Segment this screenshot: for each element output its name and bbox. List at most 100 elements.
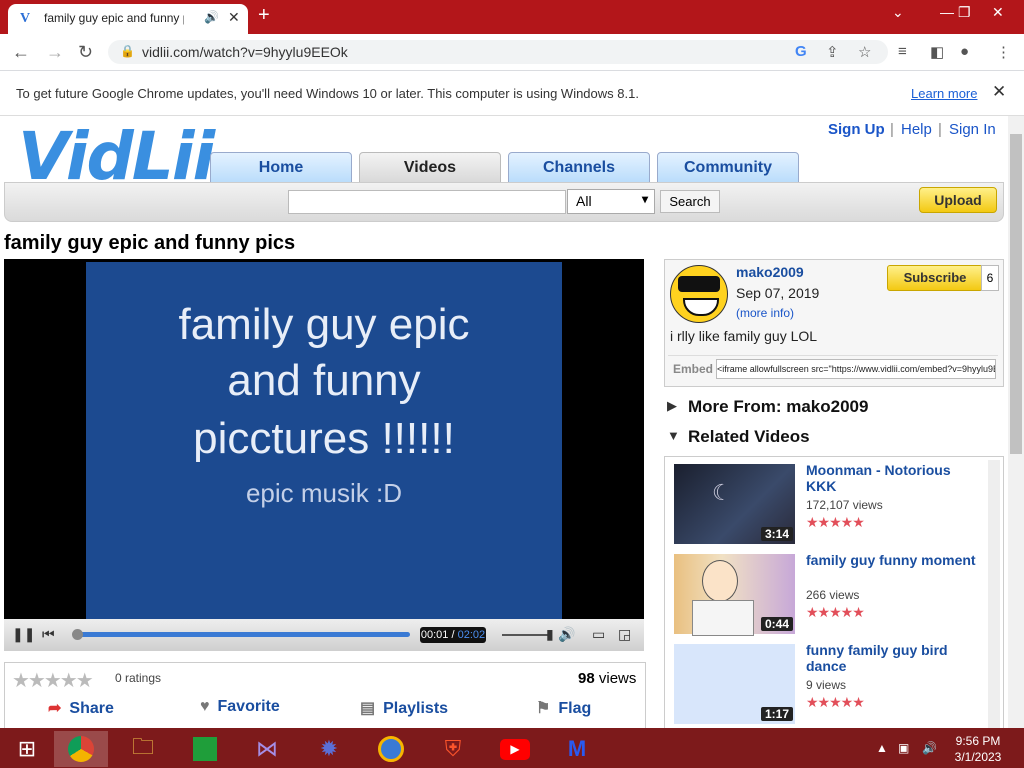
- related-scrollbar[interactable]: [988, 460, 1000, 730]
- expand-triangle-icon[interactable]: ▶: [667, 398, 677, 414]
- visual-studio-icon[interactable]: ⋈: [240, 731, 294, 767]
- subscribe-button[interactable]: Subscribe: [887, 265, 983, 291]
- flag-label: Flag: [558, 700, 592, 717]
- lock-icon[interactable]: 🔒: [120, 44, 135, 58]
- volume-handle[interactable]: ▮: [546, 626, 554, 643]
- minimize-icon[interactable]: —: [940, 4, 954, 20]
- uploader-name[interactable]: mako2009: [736, 264, 804, 280]
- youtube-icon[interactable]: ▶: [488, 731, 542, 767]
- related-title[interactable]: funny family guy bird dance: [806, 642, 976, 674]
- shirt-icon: [692, 600, 754, 636]
- virus-app-icon[interactable]: ✹: [302, 731, 356, 767]
- related-title[interactable]: Moonman - Notorious KKK: [806, 462, 976, 494]
- ratings-count: 0 ratings: [115, 671, 162, 685]
- tab-search-icon[interactable]: ⌄: [892, 4, 904, 21]
- windows-start-icon[interactable]: ⊞: [0, 731, 54, 767]
- related-thumbnail[interactable]: 1:17: [674, 644, 795, 724]
- firefox-browser-icon[interactable]: [364, 731, 418, 767]
- theater-mode-icon[interactable]: ▭: [592, 626, 605, 643]
- new-tab-button[interactable]: +: [258, 4, 270, 27]
- update-infobar: To get future Google Chrome updates, you…: [0, 71, 1024, 116]
- views-label: views: [598, 670, 637, 687]
- reload-icon[interactable]: ↻: [78, 42, 93, 63]
- time-separator: /: [448, 629, 458, 641]
- google-icon[interactable]: G: [795, 43, 807, 60]
- forward-icon[interactable]: →: [46, 42, 64, 63]
- media-control-icon[interactable]: ≡: [898, 43, 907, 60]
- close-tab-icon[interactable]: ✕: [228, 9, 240, 26]
- infobar-message: To get future Google Chrome updates, you…: [16, 86, 639, 101]
- back-icon[interactable]: ←: [12, 42, 30, 63]
- bookmark-star-icon[interactable]: ☆: [858, 43, 871, 61]
- peter-face-icon: [702, 560, 738, 602]
- seek-bar[interactable]: [78, 632, 410, 637]
- malwarebytes-icon[interactable]: M: [550, 731, 604, 767]
- video-frame[interactable]: family guy epic and funny picctures !!!!…: [86, 262, 562, 619]
- speaker-icon[interactable]: 🔊: [204, 10, 219, 24]
- video-duration: 3:14: [760, 527, 793, 541]
- sign-up-link[interactable]: Sign Up: [828, 121, 885, 138]
- restore-icon[interactable]: ❐: [958, 4, 971, 21]
- file-explorer-icon[interactable]: 🗀: [116, 731, 170, 767]
- profile-avatar-icon[interactable]: ●: [960, 43, 969, 60]
- share-page-icon[interactable]: ⇪: [826, 43, 839, 61]
- seek-handle[interactable]: [72, 629, 83, 640]
- upload-button[interactable]: Upload: [919, 187, 997, 213]
- volume-icon[interactable]: 🔊: [558, 626, 575, 643]
- taskbar-clock[interactable]: 9:56 PM 3/1/2023: [948, 733, 1008, 765]
- network-icon[interactable]: ▣: [898, 741, 909, 755]
- share-icon: ➦: [48, 700, 62, 717]
- skip-back-icon[interactable]: ⏮: [42, 626, 55, 643]
- related-videos-header[interactable]: Related Videos: [688, 427, 810, 447]
- more-from-header[interactable]: More From: mako2009: [688, 397, 868, 417]
- infobar-close-icon[interactable]: ✕: [992, 82, 1006, 102]
- moon-icon: ☾: [712, 480, 732, 505]
- more-info-link[interactable]: (more info): [736, 306, 794, 320]
- url-text[interactable]: vidlii.com/watch?v=9hyylu9EEOk: [142, 44, 348, 60]
- heart-icon: ♥: [200, 698, 210, 715]
- tray-expand-icon[interactable]: ▲: [876, 741, 888, 755]
- related-stars: ★★★★★: [806, 694, 865, 710]
- address-bar[interactable]: 🔒 vidlii.com/watch?v=9hyylu9EEOk: [108, 40, 888, 64]
- smile-icon: [683, 298, 719, 316]
- chevron-down-icon: ▾: [641, 192, 648, 206]
- related-title[interactable]: family guy funny moment: [806, 552, 976, 568]
- search-category-select[interactable]: All ▾: [567, 189, 655, 214]
- browser-tab-active[interactable]: V family guy epic and funny pics 🔊 ✕: [8, 4, 248, 34]
- flag-icon: ⚑: [536, 700, 551, 717]
- menu-kebab-icon[interactable]: ⋮: [996, 43, 1011, 61]
- search-button[interactable]: Search: [660, 190, 720, 213]
- flag-button[interactable]: ⚑ Flag: [536, 698, 591, 718]
- fullscreen-icon[interactable]: ◲: [618, 626, 631, 643]
- side-panel-icon[interactable]: ◧: [930, 43, 944, 61]
- tab-videos[interactable]: Videos: [359, 152, 501, 184]
- volume-slider[interactable]: [502, 634, 552, 636]
- tab-home[interactable]: Home: [210, 152, 352, 184]
- page-scrollbar-thumb[interactable]: [1010, 134, 1022, 454]
- favorite-button[interactable]: ♥ Favorite: [200, 698, 280, 716]
- playlists-button[interactable]: ▤ Playlists: [360, 698, 448, 718]
- brave-icon[interactable]: ⛨: [426, 731, 480, 767]
- uploader-avatar[interactable]: [670, 265, 728, 323]
- playlist-icon: ▤: [360, 700, 376, 717]
- tab-community[interactable]: Community: [657, 152, 799, 184]
- tab-channels[interactable]: Channels: [508, 152, 650, 184]
- related-thumbnail[interactable]: ☾ 3:14: [674, 464, 795, 544]
- close-window-icon[interactable]: ✕: [992, 4, 1004, 21]
- store-icon[interactable]: [178, 731, 232, 767]
- vidlii-favicon-icon: V: [20, 11, 31, 26]
- pause-icon[interactable]: ❚❚: [12, 626, 35, 643]
- share-button[interactable]: ➦ Share: [48, 698, 114, 718]
- learn-more-link[interactable]: Learn more: [911, 86, 977, 101]
- volume-tray-icon[interactable]: 🔊: [922, 741, 937, 755]
- related-thumbnail[interactable]: 0:44: [674, 554, 795, 636]
- sign-in-link[interactable]: Sign In: [949, 121, 996, 138]
- search-input[interactable]: [288, 190, 566, 214]
- clock-time: 9:56 PM: [955, 734, 1001, 748]
- chrome-taskbar-icon[interactable]: [54, 731, 108, 767]
- related-views: 172,107 views: [806, 498, 883, 512]
- rating-stars[interactable]: ★★★★★: [12, 668, 94, 693]
- help-link[interactable]: Help: [901, 121, 932, 138]
- collapse-triangle-icon[interactable]: ▼: [667, 428, 680, 443]
- embed-code-field[interactable]: <iframe allowfullscreen src="https://www…: [716, 359, 996, 379]
